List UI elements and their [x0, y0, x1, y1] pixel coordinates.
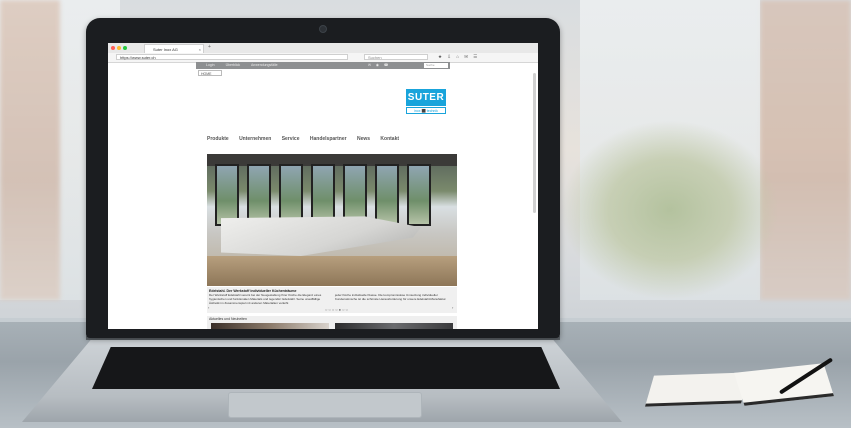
- tab-title: Suter Inox AG: [153, 47, 178, 52]
- page-scrollbar[interactable]: [533, 73, 536, 213]
- news-title: Aktuelles und Neuheiten: [209, 317, 247, 321]
- url-bar[interactable]: https://www.suter.ch: [116, 54, 348, 60]
- hero-window-pane: [215, 164, 239, 226]
- utility-link-overview[interactable]: Überblick: [226, 63, 241, 67]
- news-image-right[interactable]: [335, 323, 453, 329]
- hero-window-pane: [311, 164, 335, 226]
- news-section: Aktuelles und Neuheiten: [207, 316, 457, 329]
- laptop-lid: Suter Inox AG × + https://www.suter.ch S…: [86, 18, 560, 338]
- close-window-icon[interactable]: [111, 46, 115, 50]
- webcam-icon: [319, 25, 327, 33]
- minimize-window-icon[interactable]: [117, 46, 121, 50]
- site-search-input[interactable]: Suche: [424, 63, 448, 68]
- utility-link-login[interactable]: Login: [206, 63, 215, 67]
- breadcrumb[interactable]: HOME: [198, 70, 222, 76]
- news-image-left[interactable]: [211, 323, 329, 329]
- hero-window-pane: [407, 164, 431, 226]
- website: Login Überblick Anwendungsfälle ✉ ◉ ☎ Su…: [196, 62, 457, 329]
- background-curtain-left: [0, 0, 60, 300]
- notebook-page-left: [644, 372, 751, 407]
- laptop-keyboard: [92, 347, 560, 389]
- suter-logo[interactable]: SUTER inox ⬛ technik: [406, 89, 446, 115]
- utility-link-use-cases[interactable]: Anwendungsfälle: [251, 63, 278, 67]
- background-plant: [560, 120, 780, 300]
- slider-next-icon[interactable]: ›: [452, 305, 453, 310]
- logo-tagline: inox ⬛ technik: [406, 107, 446, 114]
- nav-item-unternehmen[interactable]: Unternehmen: [239, 136, 271, 142]
- hero-window-pane: [375, 164, 399, 226]
- new-tab-icon[interactable]: +: [208, 44, 211, 50]
- main-navigation: Produkte Unternehmen Service Handelspart…: [207, 136, 408, 142]
- toolbar-icons[interactable]: ★ ⇩ ⌂ ✉ ☰: [438, 54, 479, 60]
- nav-item-service[interactable]: Service: [282, 136, 300, 142]
- utility-links: Login Überblick Anwendungsfälle: [206, 63, 288, 68]
- hero-caption: Edelstahl. Der Werkstoff individueller K…: [207, 287, 457, 313]
- nav-item-news[interactable]: News: [357, 136, 370, 142]
- notebook: [644, 357, 834, 408]
- nav-item-kontakt[interactable]: Kontakt: [380, 136, 399, 142]
- slider-pager[interactable]: ○○○○●○○: [325, 307, 349, 312]
- maximize-window-icon[interactable]: [123, 46, 127, 50]
- browser-tab[interactable]: Suter Inox AG ×: [144, 44, 204, 53]
- hero-window-pane: [279, 164, 303, 226]
- nav-item-produkte[interactable]: Produkte: [207, 136, 229, 142]
- browser-search-input[interactable]: Suchen: [364, 54, 428, 60]
- hero-window-pane: [247, 164, 271, 226]
- utility-bar: Login Überblick Anwendungsfälle ✉ ◉ ☎ Su…: [196, 62, 450, 69]
- laptop-trackpad: [228, 392, 422, 418]
- utility-icons[interactable]: ✉ ◉ ☎: [368, 63, 390, 68]
- slider-prev-icon[interactable]: ‹: [208, 305, 209, 310]
- laptop-screen: Suter Inox AG × + https://www.suter.ch S…: [108, 43, 538, 329]
- hero-image-kitchen[interactable]: [207, 154, 457, 286]
- logo-wordmark: SUTER: [406, 89, 446, 106]
- caption-text-right: jeder Küche individuelle Klasse. Die kom…: [335, 293, 447, 301]
- nav-item-handelspartner[interactable]: Handelspartner: [310, 136, 347, 142]
- hero-floor: [207, 256, 457, 286]
- caption-text-left: Der Werkstoff Edelstahl vereint bei der …: [209, 293, 322, 305]
